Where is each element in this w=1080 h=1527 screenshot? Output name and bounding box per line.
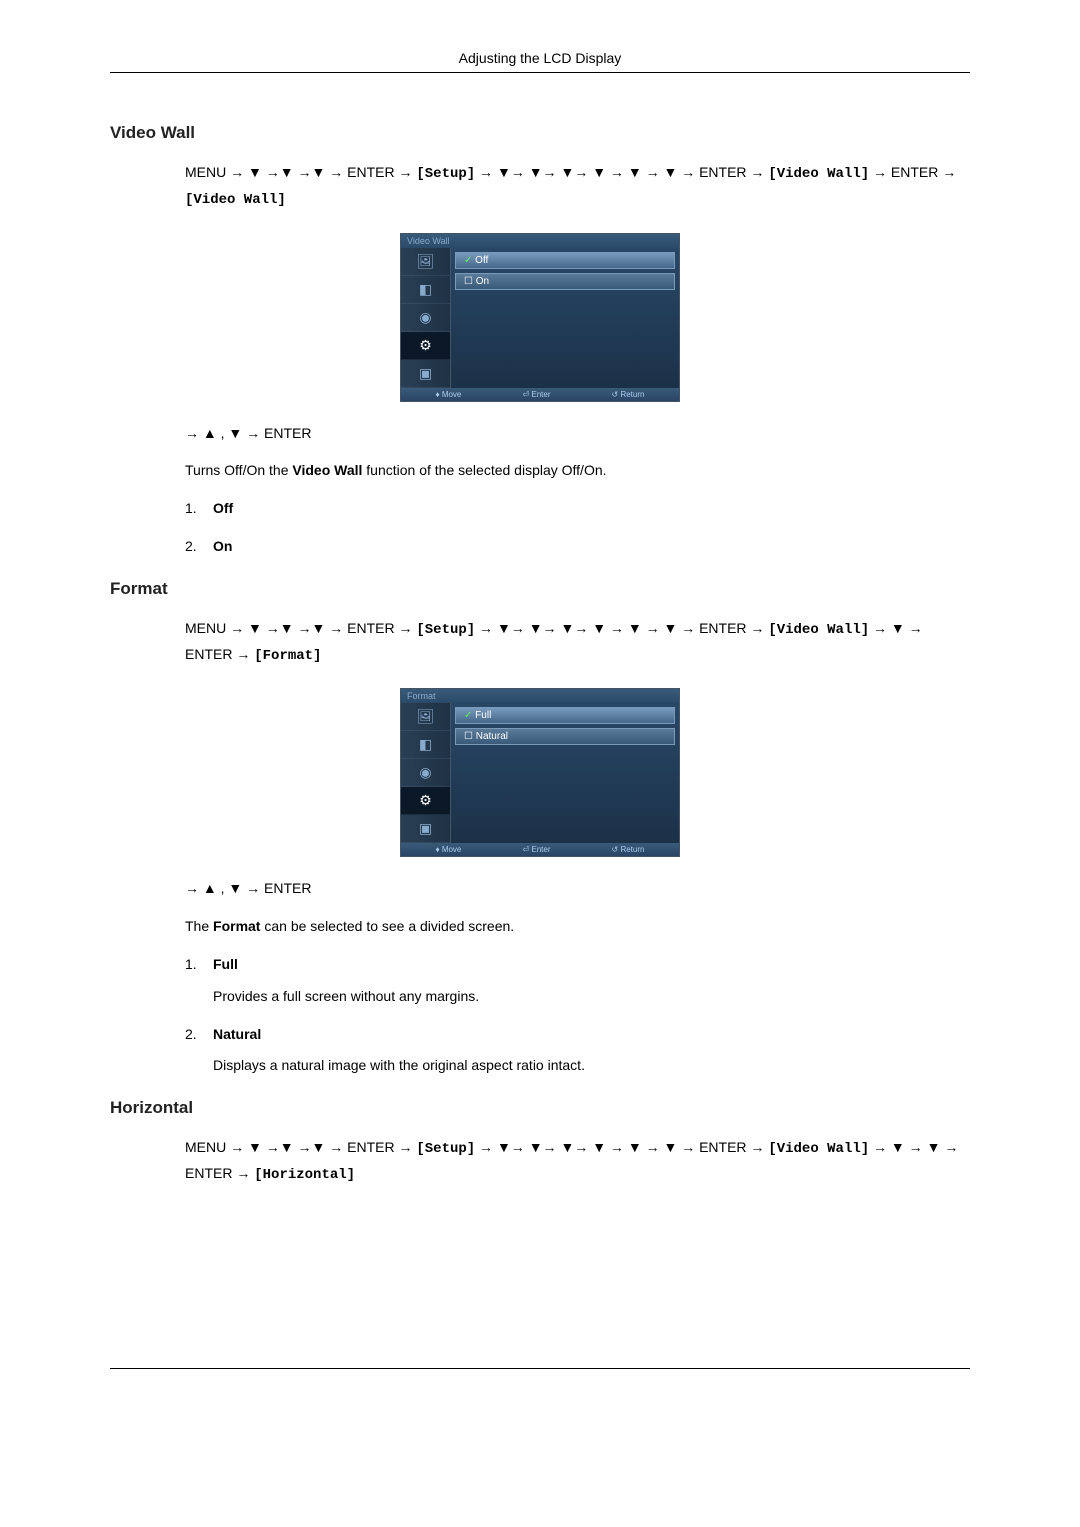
osd-sound-icon: ◧ xyxy=(401,731,450,759)
nav-after-video-wall: → ▲ , ▼ → ENTER xyxy=(185,422,970,446)
nav-path-format: MENU → ▼ →▼ →▼ → ENTER → [Setup] → ▼→ ▼→… xyxy=(185,617,970,669)
osd-footer-return: ↺ Return xyxy=(612,390,645,399)
osd-picture-icon: 🖼 xyxy=(401,248,450,276)
nav-setup-bracket: [Setup] xyxy=(416,622,475,638)
osd-content: Off On xyxy=(451,248,679,388)
nav-videowall-bracket: [Video Wall] xyxy=(768,166,869,182)
nav-text: MENU → ▼ →▼ →▼ → ENTER → xyxy=(185,620,416,636)
osd-info-icon: ▣ xyxy=(401,815,450,843)
nav-path-horizontal: MENU → ▼ →▼ →▼ → ENTER → [Setup] → ▼→ ▼→… xyxy=(185,1136,970,1188)
list-num: 1. xyxy=(185,497,213,521)
sub-desc-full: Provides a full screen without any margi… xyxy=(213,985,970,1009)
osd-info-icon: ▣ xyxy=(401,360,450,388)
osd-footer-enter: ⏎ Enter xyxy=(522,390,550,399)
osd-footer: ♦ Move ⏎ Enter ↺ Return xyxy=(401,388,679,401)
nav-text: MENU → ▼ →▼ →▼ → ENTER → xyxy=(185,1139,416,1155)
section-heading-horizontal: Horizontal xyxy=(110,1098,970,1118)
list-label-natural: Natural xyxy=(213,1023,261,1047)
list-label-off: Off xyxy=(213,497,233,521)
option-list-video-wall: 1. Off 2. On xyxy=(185,497,970,559)
osd-option-natural: Natural xyxy=(455,728,675,745)
osd-screen-video-wall: Video Wall 🖼 ◧ ◉ ⚙ ▣ Off On ♦ Move ⏎ Ent… xyxy=(400,233,680,402)
osd-content: Full Natural xyxy=(451,703,679,843)
nav-after-format: → ▲ , ▼ → ENTER xyxy=(185,877,970,901)
list-label-full: Full xyxy=(213,953,238,977)
osd-option-off: Off xyxy=(455,252,675,269)
bottom-rule xyxy=(110,1368,970,1369)
osd-timer-icon: ◉ xyxy=(401,759,450,787)
list-label-on: On xyxy=(213,535,232,559)
desc-video-wall: Turns Off/On the Video Wall function of … xyxy=(185,459,970,483)
nav-videowall-bracket: [Video Wall] xyxy=(768,622,869,638)
option-list-format-2: 2. Natural xyxy=(185,1023,970,1047)
nav-setup-bracket: [Setup] xyxy=(416,166,475,182)
osd-footer-move: ♦ Move xyxy=(436,390,462,399)
osd-gear-icon: ⚙ xyxy=(401,332,450,360)
osd-option-on: On xyxy=(455,273,675,290)
osd-timer-icon: ◉ xyxy=(401,304,450,332)
list-item: 2. Natural xyxy=(185,1023,970,1047)
desc-bold: Video Wall xyxy=(292,462,362,478)
list-num: 2. xyxy=(185,535,213,559)
list-item: 1. Off xyxy=(185,497,970,521)
osd-title: Format xyxy=(401,689,679,703)
option-list-format: 1. Full xyxy=(185,953,970,977)
nav-text: → ▼→ ▼→ ▼→ ▼ → ▼ → ▼ → ENTER → xyxy=(475,1139,768,1155)
list-num: 2. xyxy=(185,1023,213,1047)
osd-title: Video Wall xyxy=(401,234,679,248)
nav-videowall-bracket-2: [Video Wall] xyxy=(185,192,286,208)
osd-sidebar: 🖼 ◧ ◉ ⚙ ▣ xyxy=(401,248,451,388)
osd-screen-format: Format 🖼 ◧ ◉ ⚙ ▣ Full Natural ♦ Move ⏎ E… xyxy=(400,688,680,857)
desc-format: The Format can be selected to see a divi… xyxy=(185,915,970,939)
osd-footer-move: ♦ Move xyxy=(436,845,462,854)
list-item: 2. On xyxy=(185,535,970,559)
osd-picture-icon: 🖼 xyxy=(401,703,450,731)
nav-setup-bracket: [Setup] xyxy=(416,1141,475,1157)
osd-footer-enter: ⏎ Enter xyxy=(522,845,550,854)
nav-text: → ▼→ ▼→ ▼→ ▼ → ▼ → ▼ → ENTER → xyxy=(475,620,768,636)
list-item: 1. Full xyxy=(185,953,970,977)
osd-body: 🖼 ◧ ◉ ⚙ ▣ Full Natural xyxy=(401,703,679,843)
nav-text: → ▼→ ▼→ ▼→ ▼ → ▼ → ▼ → ENTER → xyxy=(475,164,768,180)
nav-path-video-wall: MENU → ▼ →▼ →▼ → ENTER → [Setup] → ▼→ ▼→… xyxy=(185,161,970,213)
page-header: Adjusting the LCD Display xyxy=(110,50,970,73)
osd-body: 🖼 ◧ ◉ ⚙ ▣ Off On xyxy=(401,248,679,388)
desc-suffix: can be selected to see a divided screen. xyxy=(260,918,514,934)
nav-text: → ENTER → xyxy=(869,164,956,180)
desc-bold: Format xyxy=(213,918,260,934)
osd-footer-return: ↺ Return xyxy=(612,845,645,854)
nav-text: MENU → ▼ →▼ →▼ → ENTER → xyxy=(185,164,416,180)
osd-gear-icon: ⚙ xyxy=(401,787,450,815)
nav-videowall-bracket: [Video Wall] xyxy=(768,1141,869,1157)
osd-option-full: Full xyxy=(455,707,675,724)
list-num: 1. xyxy=(185,953,213,977)
sub-desc-natural: Displays a natural image with the origin… xyxy=(213,1054,970,1078)
nav-format-bracket: [Format] xyxy=(254,648,321,664)
osd-sidebar: 🖼 ◧ ◉ ⚙ ▣ xyxy=(401,703,451,843)
osd-sound-icon: ◧ xyxy=(401,276,450,304)
section-heading-video-wall: Video Wall xyxy=(110,123,970,143)
nav-horizontal-bracket: [Horizontal] xyxy=(254,1167,355,1183)
desc-suffix: function of the selected display Off/On. xyxy=(362,462,606,478)
osd-footer: ♦ Move ⏎ Enter ↺ Return xyxy=(401,843,679,856)
section-heading-format: Format xyxy=(110,579,970,599)
desc-prefix: Turns Off/On the xyxy=(185,462,292,478)
desc-prefix: The xyxy=(185,918,213,934)
